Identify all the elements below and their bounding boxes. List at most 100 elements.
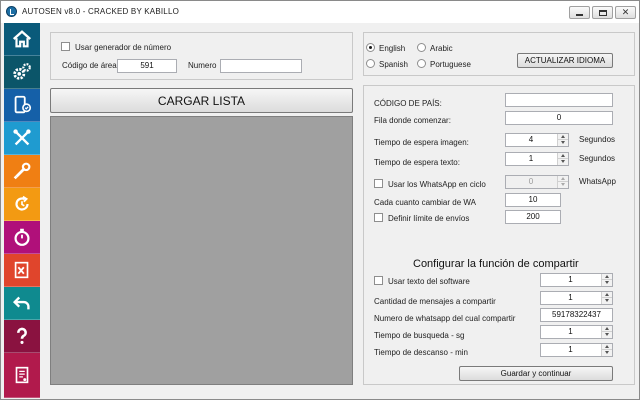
- use-generator-checkbox[interactable]: [61, 42, 70, 51]
- message-count-down[interactable]: [602, 298, 612, 304]
- minimize-icon: [576, 14, 583, 16]
- search-time-down[interactable]: [602, 332, 612, 338]
- sidebar-item-back[interactable]: [4, 287, 40, 320]
- text-wait-value: 1: [528, 154, 534, 163]
- generator-panel: Usar generador de número Código de área …: [50, 32, 353, 80]
- window-title: AUTOSEN v8.0 - CRACKED BY KABILLO: [22, 7, 180, 16]
- sidebar-item-wrench[interactable]: [4, 155, 40, 188]
- language-radio-english[interactable]: [366, 43, 375, 52]
- stopwatch-icon: [14, 228, 30, 246]
- use-generator-label: Usar generador de número: [75, 43, 172, 52]
- share-number-label: Numero de whatsapp del cual compartir: [374, 314, 516, 323]
- excel-icon: [14, 261, 29, 279]
- image-wait-down[interactable]: [558, 140, 568, 146]
- home-icon: [12, 30, 32, 48]
- area-code-input[interactable]: 591: [117, 59, 177, 73]
- number-input[interactable]: [220, 59, 302, 73]
- sidebar-item-settings[interactable]: [4, 56, 40, 89]
- use-software-text-label: Usar texto del software: [388, 277, 470, 286]
- language-label-arabic: Arabic: [430, 44, 453, 53]
- country-code-input[interactable]: [505, 93, 613, 107]
- rest-time-label: Tiempo de descanso - min: [374, 348, 468, 357]
- image-wait-value: 4: [528, 135, 534, 144]
- message-count-label: Cantidad de mensajes a compartir: [374, 297, 496, 306]
- start-row-label: Fila donde comenzar:: [374, 116, 451, 125]
- send-limit-checkbox[interactable]: [374, 213, 383, 222]
- language-label-spanish: Spanish: [379, 60, 408, 69]
- question-mark-icon: [17, 327, 27, 344]
- load-list-label: CARGAR LISTA: [157, 93, 246, 108]
- send-limit-label: Definir límite de envíos: [388, 214, 470, 223]
- sidebar-item-stopwatch[interactable]: [4, 221, 40, 254]
- wrench-icon: [13, 162, 31, 180]
- title-bar: AUTOSEN v8.0 - CRACKED BY KABILLO ✕: [1, 1, 639, 23]
- update-language-button[interactable]: ACTUALIZAR IDIOMA: [517, 53, 613, 68]
- cycle-whatsapp-spinner: 0: [505, 175, 569, 189]
- contact-list-area[interactable]: [50, 116, 353, 385]
- settings-panel: CÓDIGO DE PAÍS: Fila donde comenzar: 0 T…: [363, 85, 635, 385]
- rest-time-spinner[interactable]: 1: [540, 343, 613, 357]
- change-wa-input[interactable]: 10: [505, 193, 561, 207]
- message-count-spinner[interactable]: 1: [540, 291, 613, 305]
- text-wait-label: Tiempo de espera texto:: [374, 158, 460, 167]
- search-time-label: Tiempo de busqueda - sg: [374, 331, 465, 340]
- share-number-input[interactable]: 59178322437: [540, 308, 613, 322]
- text-wait-seconds-label: Segundos: [579, 154, 616, 163]
- cycle-whatsapp-down: [558, 182, 568, 188]
- image-wait-spinner[interactable]: 4: [505, 133, 569, 147]
- start-row-input[interactable]: 0: [505, 111, 613, 125]
- rest-time-down[interactable]: [602, 350, 612, 356]
- number-label: Numero: [188, 61, 217, 70]
- use-software-text-value: 1: [568, 275, 573, 284]
- search-time-spinner[interactable]: 1: [540, 325, 613, 339]
- save-continue-button[interactable]: Guardar y continuar: [459, 366, 613, 381]
- update-language-label: ACTUALIZAR IDIOMA: [524, 56, 606, 65]
- language-radio-portuguese[interactable]: [417, 59, 426, 68]
- use-software-text-down[interactable]: [602, 280, 612, 286]
- cycle-whatsapp-checkbox[interactable]: [374, 179, 383, 188]
- phone-sync-icon: [14, 95, 32, 114]
- area-code-label: Código de área: [62, 61, 117, 70]
- sidebar-item-help[interactable]: [4, 320, 40, 353]
- share-section-title: Configurar la función de compartir: [413, 258, 579, 270]
- rest-time-value: 1: [568, 345, 573, 354]
- minimize-button[interactable]: [569, 6, 590, 19]
- refresh-clock-icon: [15, 195, 29, 211]
- sidebar: [4, 23, 40, 398]
- tools-icon: [13, 129, 31, 146]
- maximize-button[interactable]: [592, 6, 613, 19]
- image-wait-seconds-label: Segundos: [579, 135, 616, 144]
- back-arrow-icon: [12, 296, 30, 310]
- use-software-text-spinner[interactable]: 1: [540, 273, 613, 287]
- sidebar-item-excel[interactable]: [4, 254, 40, 287]
- language-label-english: English: [379, 44, 406, 53]
- sidebar-item-home[interactable]: [4, 23, 40, 56]
- close-icon: ✕: [621, 7, 630, 17]
- sidebar-item-refresh-time[interactable]: [4, 188, 40, 221]
- sidebar-item-document[interactable]: [4, 353, 40, 398]
- language-radio-arabic[interactable]: [417, 43, 426, 52]
- text-wait-spinner[interactable]: 1: [505, 152, 569, 166]
- text-wait-down[interactable]: [558, 159, 568, 165]
- language-panel: English Arabic Spanish Portuguese ACTUAL…: [363, 32, 635, 76]
- close-button[interactable]: ✕: [615, 6, 636, 19]
- cycle-whatsapp-value: 0: [528, 177, 534, 186]
- change-wa-label: Cada cuanto cambiar de WA: [374, 198, 476, 207]
- cycle-whatsapp-label: Usar los WhatsApp en ciclo: [388, 180, 486, 189]
- sidebar-item-phone-sync[interactable]: [4, 89, 40, 122]
- use-software-text-checkbox[interactable]: [374, 276, 383, 285]
- document-icon: [15, 366, 29, 384]
- language-label-portuguese: Portuguese: [430, 60, 471, 69]
- app-window: AUTOSEN v8.0 - CRACKED BY KABILLO ✕ Usar…: [0, 0, 640, 400]
- image-wait-label: Tiempo de espera imagen:: [374, 138, 469, 147]
- gear-icon: [13, 63, 31, 80]
- whatsapp-label: WhatsApp: [579, 177, 616, 186]
- load-list-button[interactable]: CARGAR LISTA: [50, 88, 353, 113]
- search-time-value: 1: [568, 327, 573, 336]
- app-icon: [6, 6, 17, 17]
- country-code-label: CÓDIGO DE PAÍS:: [374, 99, 442, 108]
- maximize-icon: [598, 9, 607, 16]
- language-radio-spanish[interactable]: [366, 59, 375, 68]
- sidebar-item-tools[interactable]: [4, 122, 40, 155]
- send-limit-input[interactable]: 200: [505, 210, 561, 224]
